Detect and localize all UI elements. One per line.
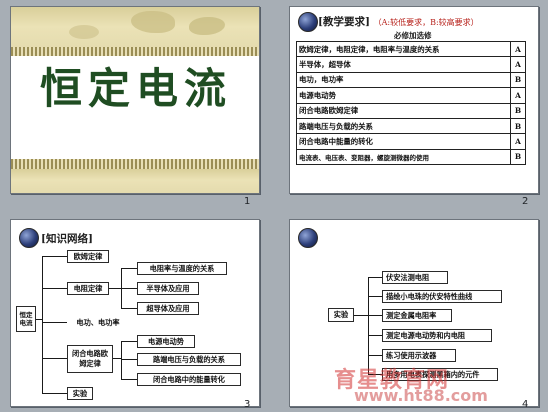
connector-line xyxy=(121,379,137,380)
bottom-banner xyxy=(11,169,259,193)
connector-line xyxy=(113,358,121,359)
slide-number-1: 1 xyxy=(244,196,251,207)
slide-subheader: 必修加选修 xyxy=(394,31,432,40)
connector-line xyxy=(42,322,67,323)
root-node: 恒定电流 xyxy=(16,306,36,332)
slide-thumbnail-1[interactable]: 恒定电流 xyxy=(10,6,260,194)
node-superconductor: 超导体及应用 xyxy=(137,302,199,315)
table-row: 闭合电路中能量的转化 A xyxy=(296,133,526,150)
level-cell: A xyxy=(510,56,526,73)
header-label: [教学要求] xyxy=(318,16,370,28)
table-row: 路端电压与负载的关系 B xyxy=(296,117,526,135)
level-cell: A xyxy=(510,87,526,104)
connector-line xyxy=(368,296,382,297)
connector-line xyxy=(354,315,368,316)
slide-thumbnail-2[interactable]: [教学要求] （A:较低要求，B:较高要求） 必修加选修 欧姆定律，电阻定律，电… xyxy=(289,6,539,194)
slide-header: [知识网络] xyxy=(41,233,93,245)
map-banner xyxy=(11,7,259,51)
watermark-url: www.ht88.com xyxy=(354,386,488,405)
table-row: 闭合电路欧姆定律 B xyxy=(296,102,526,119)
node-experiment: 实验 xyxy=(67,387,93,400)
connector-line xyxy=(121,359,137,360)
map-continent-shape xyxy=(189,17,225,35)
globe-icon xyxy=(19,228,39,248)
topic-cell: 电源电动势 xyxy=(296,87,511,104)
node-emf: 电源电动势 xyxy=(137,335,195,348)
node-resistivity: 电阻率与温度的关系 xyxy=(137,262,227,275)
connector-line xyxy=(121,341,122,379)
experiment-item: 练习使用示波器 xyxy=(382,349,456,362)
hatch-divider xyxy=(11,159,259,169)
globe-icon xyxy=(298,12,318,32)
node-power: 电功、电功率 xyxy=(67,316,129,329)
connector-line xyxy=(121,308,137,309)
table-row: 欧姆定律，电阻定律，电阻率与温度的关系 A xyxy=(296,40,526,58)
requirements-table: 欧姆定律，电阻定律，电阻率与温度的关系 A 半导体，超导体 A 电功，电功率 B 电源… xyxy=(296,40,526,166)
experiment-item: 测定电源电动势和内电阻 xyxy=(382,329,492,342)
connector-line xyxy=(121,288,137,289)
connector-line xyxy=(121,268,137,269)
level-cell: B xyxy=(510,102,526,119)
connector-line xyxy=(42,256,43,393)
topic-cell: 半导体，超导体 xyxy=(296,56,511,73)
level-cell: A xyxy=(510,40,526,58)
experiment-item: 伏安法测电阻 xyxy=(382,271,448,284)
connector-line xyxy=(42,393,67,394)
table-row: 半导体，超导体 A xyxy=(296,56,526,73)
node-closed-circuit: 闭合电路欧姆定律 xyxy=(67,345,113,373)
topic-cell: 欧姆定律，电阻定律，电阻率与温度的关系 xyxy=(296,40,511,58)
globe-icon xyxy=(298,228,318,248)
connector-line xyxy=(368,335,382,336)
table-row: 电功，电功率 B xyxy=(296,71,526,89)
level-cell: B xyxy=(510,117,526,135)
slide-title: 恒定电流 xyxy=(39,64,232,113)
connector-line xyxy=(368,277,369,374)
map-continent-shape xyxy=(131,11,175,33)
connector-line xyxy=(42,358,67,359)
slide-thumbnail-3[interactable]: [知识网络] 恒定电流 欧姆定律 电阻定律 电功、电功率 闭合电路欧姆定律 实验… xyxy=(10,219,260,407)
level-cell: A xyxy=(510,133,526,150)
topic-cell: 电流表、电压表、变阻器，螺旋测微器的使用 xyxy=(296,148,511,166)
connector-line xyxy=(368,315,382,316)
connector-line xyxy=(42,256,67,257)
topic-cell: 电功，电功率 xyxy=(296,71,511,89)
topic-cell: 闭合电路欧姆定律 xyxy=(296,102,511,119)
table-row: 电流表、电压表、变阻器，螺旋测微器的使用 B xyxy=(296,148,526,166)
connector-line xyxy=(368,355,382,356)
header-note: （A:较低要求，B:较高要求） xyxy=(373,18,479,27)
map-continent-shape xyxy=(69,25,99,39)
slide-number-3: 3 xyxy=(244,399,251,410)
connector-line xyxy=(368,277,382,278)
experiment-item: 描绘小电珠的伏安特性曲线 xyxy=(382,290,502,303)
node-resist-law: 电阻定律 xyxy=(67,282,109,295)
node-ohm-law: 欧姆定律 xyxy=(67,250,109,263)
connector-line xyxy=(121,341,137,342)
level-cell: B xyxy=(510,148,526,166)
node-terminal-voltage: 路端电压与负载的关系 xyxy=(137,353,241,366)
watermark: 育星教育网 www.ht88.com xyxy=(294,368,544,410)
root-node: 实验 xyxy=(328,308,354,322)
topic-cell: 路端电压与负载的关系 xyxy=(296,117,511,135)
slide-number-2: 2 xyxy=(522,196,529,207)
node-semiconductor: 半导体及应用 xyxy=(137,282,199,295)
topic-cell: 闭合电路中能量的转化 xyxy=(296,133,511,150)
connector-line xyxy=(42,288,67,289)
table-row: 电源电动势 A xyxy=(296,87,526,104)
slide-header: [教学要求] （A:较低要求，B:较高要求） xyxy=(318,14,479,29)
experiment-item: 测定金属电阻率 xyxy=(382,309,452,322)
node-energy: 闭合电路中的能量转化 xyxy=(137,373,241,386)
level-cell: B xyxy=(510,71,526,89)
slide-sorter: 恒定电流 1 [教学要求] （A:较低要求，B:较高要求） 必修加选修 欧姆定律… xyxy=(0,0,548,412)
connector-line xyxy=(109,288,121,289)
